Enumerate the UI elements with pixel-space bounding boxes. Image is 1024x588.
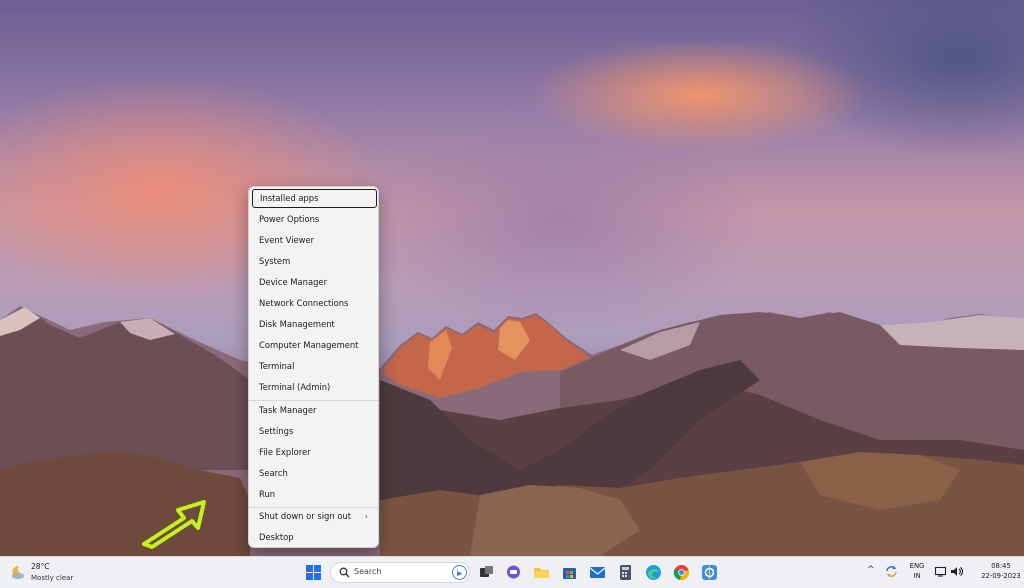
taskbar-search-box[interactable]: Search [330, 562, 470, 583]
file-explorer-icon[interactable] [533, 564, 550, 581]
quick-link-context-menu: Installed apps Power Options Event Viewe… [248, 186, 379, 548]
clock-time: 08:45 [991, 562, 1011, 570]
snipping-tool-icon[interactable] [701, 564, 718, 581]
language-indicator[interactable]: ENG IN [905, 562, 929, 581]
volume-icon[interactable] [950, 565, 963, 578]
menu-item-disk-management[interactable]: Disk Management [252, 315, 377, 334]
edge-icon[interactable] [645, 564, 662, 581]
weather-temperature: 28°C [31, 562, 50, 571]
menu-item-terminal[interactable]: Terminal [252, 357, 377, 376]
chat-icon[interactable] [505, 564, 522, 581]
microsoft-store-icon[interactable] [561, 564, 578, 581]
windows-start-icon[interactable] [305, 564, 322, 581]
menu-item-search[interactable]: Search [252, 464, 377, 483]
menu-item-system[interactable]: System [252, 252, 377, 271]
moon-cloud-icon [12, 565, 24, 579]
search-label: Search [354, 567, 382, 576]
clock-date: 22-09-2023 [981, 571, 1021, 580]
weather-description: Mostly clear [31, 574, 74, 582]
taskbar: 28°C Mostly clear Search ^ ENG IN 08:45 … [0, 556, 1024, 588]
calculator-icon[interactable] [617, 564, 634, 581]
show-hidden-icons-chevron[interactable]: ^ [867, 565, 875, 575]
menu-item-settings[interactable]: Settings [252, 422, 377, 441]
menu-item-installed-apps[interactable]: Installed apps [252, 189, 377, 208]
menu-item-task-manager[interactable]: Task Manager [252, 401, 377, 420]
menu-item-network-connections[interactable]: Network Connections [252, 294, 377, 313]
mountain-landscape [0, 306, 1024, 556]
menu-item-desktop[interactable]: Desktop [252, 528, 377, 547]
menu-item-power-options[interactable]: Power Options [252, 210, 377, 229]
task-view-icon[interactable] [478, 564, 495, 581]
arrow-annotation-icon [142, 500, 206, 549]
menu-item-run[interactable]: Run [252, 485, 377, 504]
menu-item-file-explorer[interactable]: File Explorer [252, 443, 377, 462]
taskbar-clock[interactable]: 08:45 22-09-2023 [981, 562, 1021, 581]
menu-item-shut-down[interactable]: Shut down or sign out › [252, 507, 377, 526]
search-icon [339, 567, 350, 578]
sync-icon[interactable] [885, 565, 898, 578]
menu-item-terminal-admin[interactable]: Terminal (Admin) [252, 378, 377, 397]
menu-item-event-viewer[interactable]: Event Viewer [252, 231, 377, 250]
network-icon[interactable] [934, 565, 947, 578]
weather-widget[interactable]: 28°C Mostly clear [10, 560, 90, 586]
mail-icon[interactable] [589, 564, 606, 581]
desktop-wallpaper[interactable] [0, 0, 1024, 556]
bing-icon[interactable] [452, 565, 467, 580]
chevron-right-icon: › [364, 512, 368, 521]
menu-item-computer-management[interactable]: Computer Management [252, 336, 377, 355]
menu-item-device-manager[interactable]: Device Manager [252, 273, 377, 292]
chrome-icon[interactable] [673, 564, 690, 581]
